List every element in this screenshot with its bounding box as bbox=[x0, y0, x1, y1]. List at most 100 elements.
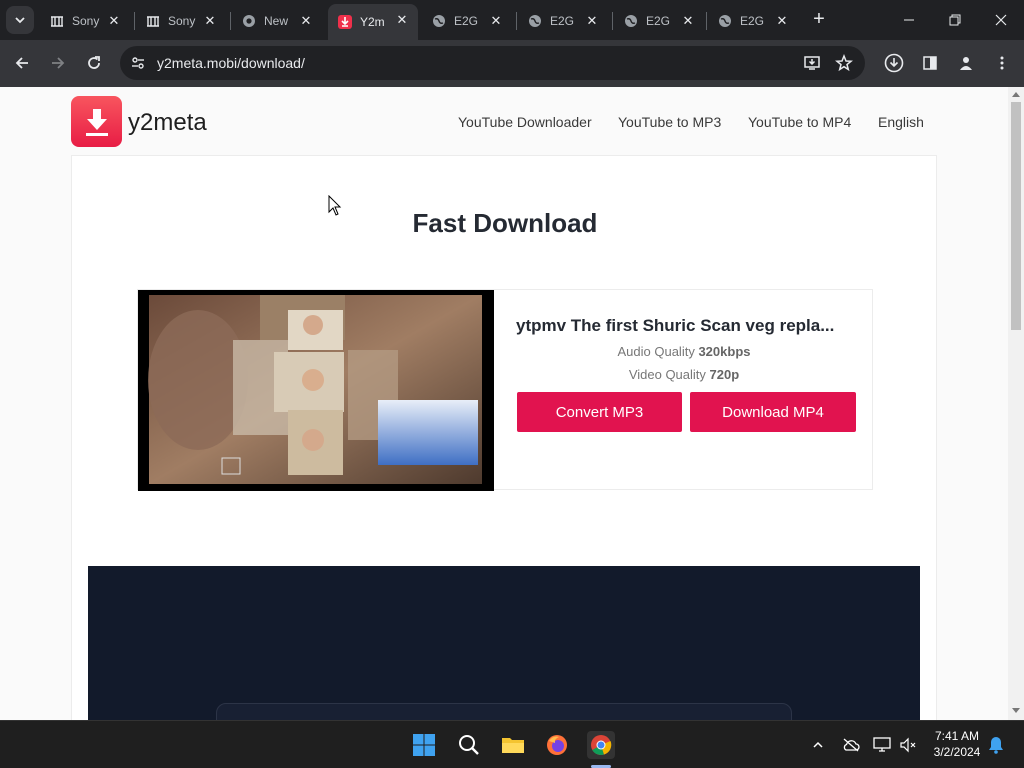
start-button[interactable] bbox=[410, 731, 438, 759]
new-tab-button[interactable]: + bbox=[808, 8, 830, 30]
forward-button[interactable] bbox=[45, 50, 71, 76]
close-icon[interactable]: ✕ bbox=[774, 13, 790, 29]
y2meta-download-icon bbox=[338, 15, 352, 29]
notifications-button[interactable] bbox=[984, 731, 1008, 759]
menu-button[interactable] bbox=[989, 50, 1015, 76]
taskbar: 7:41 AM 3/2/2024 bbox=[0, 720, 1024, 768]
onedrive-button[interactable] bbox=[839, 731, 863, 759]
nav-youtube-to-mp4[interactable]: YouTube to MP4 bbox=[748, 114, 851, 130]
video-thumbnail bbox=[138, 290, 494, 491]
url-text: y2meta.mobi/download/ bbox=[157, 55, 305, 71]
side-panel-icon bbox=[923, 56, 937, 70]
downloads-button[interactable] bbox=[881, 50, 907, 76]
file-explorer-button[interactable] bbox=[499, 731, 527, 759]
scrollbar-thumb[interactable] bbox=[1011, 102, 1021, 330]
audio-quality: Audio Quality 320kbps bbox=[617, 344, 751, 359]
mouse-cursor-icon bbox=[328, 195, 342, 216]
install-app-icon bbox=[804, 56, 820, 70]
more-vertical-icon bbox=[1000, 56, 1004, 70]
tab-title: Sony bbox=[72, 14, 100, 28]
chrome-taskbar-button[interactable] bbox=[587, 731, 615, 759]
tab-title: E2G bbox=[740, 14, 765, 28]
close-icon[interactable]: ✕ bbox=[298, 13, 314, 29]
globe-icon bbox=[528, 14, 542, 28]
download-mp4-button[interactable]: Download MP4 bbox=[690, 392, 856, 432]
tab-new[interactable]: New ✕ bbox=[232, 6, 322, 36]
minimize-icon bbox=[904, 19, 914, 21]
bell-icon bbox=[989, 737, 1003, 754]
tab-sony-2[interactable]: Sony ✕ bbox=[136, 6, 226, 36]
volume-button[interactable] bbox=[896, 731, 920, 759]
globe-icon bbox=[432, 14, 446, 28]
windows-icon bbox=[413, 734, 435, 756]
page-title: Fast Download bbox=[412, 208, 598, 238]
firefox-button[interactable] bbox=[543, 731, 571, 759]
display-network-button[interactable] bbox=[870, 731, 894, 759]
reload-button[interactable] bbox=[81, 50, 107, 76]
globe-icon bbox=[624, 14, 638, 28]
chevron-up-icon bbox=[813, 741, 823, 748]
close-icon[interactable]: ✕ bbox=[106, 13, 122, 29]
nav-language[interactable]: English bbox=[878, 114, 924, 130]
convert-mp3-button[interactable]: Convert MP3 bbox=[517, 392, 682, 432]
tab-title: Y2m bbox=[360, 15, 385, 29]
monitor-icon bbox=[873, 737, 891, 752]
install-app-button[interactable] bbox=[799, 50, 825, 76]
chevron-down-icon bbox=[15, 17, 25, 24]
nav-youtube-downloader[interactable]: YouTube Downloader bbox=[458, 114, 592, 130]
vertical-scrollbar[interactable] bbox=[1008, 87, 1024, 720]
show-hidden-icons-button[interactable] bbox=[806, 731, 830, 759]
download-circle-icon bbox=[884, 53, 904, 73]
chrome-icon bbox=[591, 735, 612, 755]
tab-e2g-4[interactable]: E2G ✕ bbox=[708, 6, 798, 36]
tab-sony-1[interactable]: Sony ✕ bbox=[40, 6, 130, 36]
arrow-right-icon bbox=[52, 57, 65, 69]
tab-search-button[interactable] bbox=[6, 6, 34, 34]
tab-title: Sony bbox=[168, 14, 196, 28]
web-page: y2meta YouTube Downloader YouTube to MP3… bbox=[0, 87, 1008, 720]
logo-text[interactable]: y2meta bbox=[128, 109, 207, 137]
tab-strip: Sony ✕ Sony ✕ New ✕ Y2m ✕ E2G ✕ E2G ✕ E2… bbox=[0, 0, 1024, 40]
address-bar[interactable]: y2meta.mobi/download/ bbox=[120, 46, 865, 80]
folder-icon bbox=[502, 738, 524, 753]
close-icon[interactable]: ✕ bbox=[202, 13, 218, 29]
search-icon bbox=[459, 735, 479, 755]
close-window-button[interactable] bbox=[978, 0, 1024, 40]
close-icon[interactable]: ✕ bbox=[488, 13, 504, 29]
audio-quality-value: 320kbps bbox=[698, 344, 751, 359]
video-title: ytpmv The first Shuric Scan veg repla... bbox=[516, 316, 835, 335]
tab-e2g-3[interactable]: E2G ✕ bbox=[614, 6, 704, 36]
side-panel-button[interactable] bbox=[917, 50, 943, 76]
back-button[interactable] bbox=[9, 50, 35, 76]
video-quality: Video Quality 720p bbox=[628, 367, 740, 382]
reload-icon bbox=[88, 56, 100, 69]
close-icon[interactable]: ✕ bbox=[680, 13, 696, 29]
site-settings-icon[interactable] bbox=[130, 55, 146, 76]
minimize-button[interactable] bbox=[886, 0, 932, 40]
tab-y2meta[interactable]: Y2m ✕ bbox=[328, 4, 418, 40]
profile-icon bbox=[960, 57, 972, 70]
scroll-up-icon[interactable] bbox=[1012, 91, 1020, 97]
y2meta-logo-icon[interactable] bbox=[71, 96, 122, 147]
close-icon[interactable]: ✕ bbox=[394, 12, 410, 28]
tab-title: E2G bbox=[646, 14, 671, 28]
video-quality-value: 720p bbox=[709, 367, 740, 382]
video-result: ytpmv The first Shuric Scan veg repla...… bbox=[137, 289, 873, 491]
profile-button[interactable] bbox=[953, 50, 979, 76]
tab-title: New bbox=[264, 14, 289, 28]
tab-e2g-2[interactable]: E2G ✕ bbox=[518, 6, 608, 36]
scroll-down-icon[interactable] bbox=[1012, 708, 1020, 714]
restore-button[interactable] bbox=[932, 0, 978, 40]
search-button[interactable] bbox=[455, 731, 483, 759]
columns-icon bbox=[146, 14, 160, 28]
cloud-off-icon bbox=[843, 738, 860, 752]
restore-icon bbox=[949, 14, 961, 26]
close-icon[interactable]: ✕ bbox=[584, 13, 600, 29]
firefox-icon bbox=[547, 735, 567, 755]
globe-icon bbox=[718, 14, 732, 28]
tab-e2g-1[interactable]: E2G ✕ bbox=[422, 6, 512, 36]
bookmark-button[interactable] bbox=[831, 50, 857, 76]
nav-youtube-to-mp3[interactable]: YouTube to MP3 bbox=[618, 114, 721, 130]
chrome-icon bbox=[242, 14, 256, 28]
star-icon bbox=[835, 54, 853, 72]
